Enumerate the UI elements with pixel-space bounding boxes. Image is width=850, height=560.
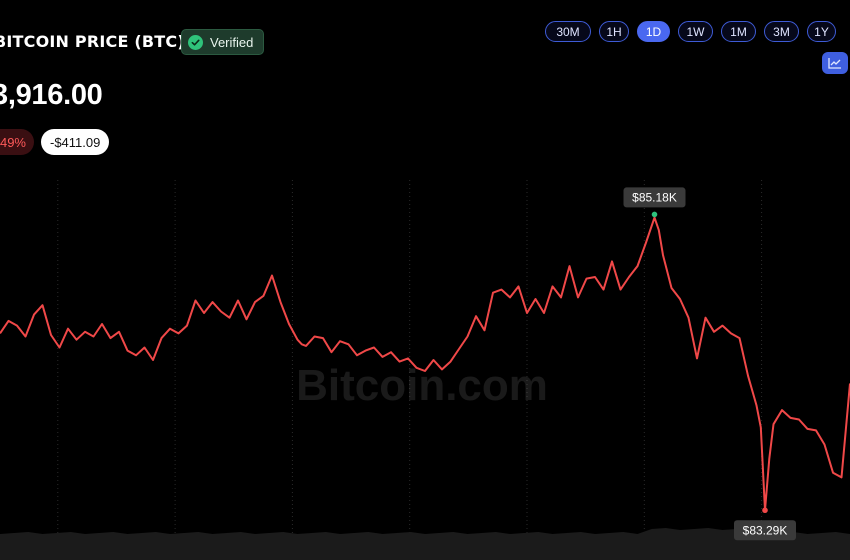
price-chart: Bitcoin.com $85.18K $83.29K (0, 180, 850, 560)
low-label: $83.29K (743, 523, 788, 537)
watermark: Bitcoin.com (296, 361, 548, 410)
high-label: $85.18K (632, 190, 677, 204)
chart-annotations: $85.18K $83.29K (623, 187, 796, 541)
volume-band (0, 528, 850, 560)
high-point (651, 211, 658, 218)
low-point (762, 507, 768, 514)
